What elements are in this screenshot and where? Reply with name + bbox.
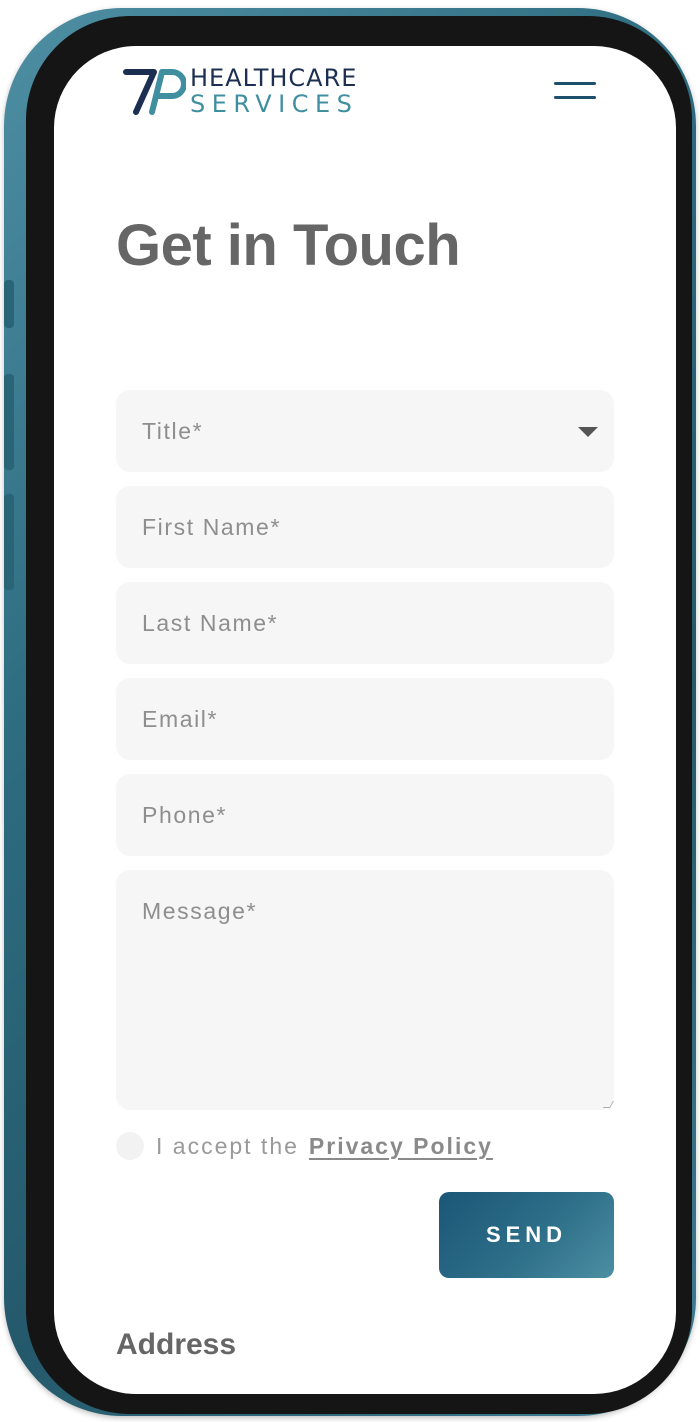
phone-volume-down-button <box>4 494 14 590</box>
phone-field[interactable]: Phone* <box>116 774 614 856</box>
privacy-policy-link[interactable]: Privacy Policy <box>309 1133 493 1160</box>
logo-mark-icon <box>123 69 186 115</box>
message-placeholder: Message* <box>142 898 258 924</box>
last-name-field[interactable]: Last Name* <box>116 582 614 664</box>
phone-screen: HEALTHCARE SERVICES Get in Touch Title* … <box>54 46 676 1394</box>
phone-placeholder: Phone* <box>142 801 228 828</box>
email-placeholder: Email* <box>142 705 219 732</box>
logo-text: HEALTHCARE SERVICES <box>190 66 358 116</box>
first-name-placeholder: First Name* <box>142 513 282 540</box>
brand-logo[interactable]: HEALTHCARE SERVICES <box>122 64 358 118</box>
message-textarea[interactable]: Message* <box>116 870 615 1110</box>
hamburger-menu-icon[interactable] <box>554 82 596 102</box>
privacy-consent-checkbox[interactable] <box>116 1132 144 1160</box>
logo-line-1: HEALTHCARE <box>190 64 358 92</box>
last-name-placeholder: Last Name* <box>142 609 279 636</box>
send-button[interactable]: SEND <box>439 1192 614 1278</box>
title-select[interactable]: Title* <box>116 390 614 472</box>
logo-line-2: SERVICES <box>190 90 359 118</box>
privacy-consent: I accept the Privacy Policy <box>116 1132 493 1160</box>
hamburger-line <box>554 96 596 99</box>
privacy-consent-label: I accept the <box>156 1132 299 1159</box>
phone-frame: HEALTHCARE SERVICES Get in Touch Title* … <box>4 8 696 1416</box>
title-select-placeholder: Title* <box>142 417 204 444</box>
page-title: Get in Touch <box>116 213 461 278</box>
first-name-field[interactable]: First Name* <box>116 486 614 568</box>
phone-side-button <box>4 280 14 328</box>
chevron-down-icon <box>578 427 598 437</box>
address-heading: Address <box>116 1328 237 1361</box>
phone-volume-up-button <box>4 374 14 470</box>
resize-handle-icon[interactable] <box>602 1101 615 1108</box>
email-field[interactable]: Email* <box>116 678 614 760</box>
hamburger-line <box>554 82 596 85</box>
